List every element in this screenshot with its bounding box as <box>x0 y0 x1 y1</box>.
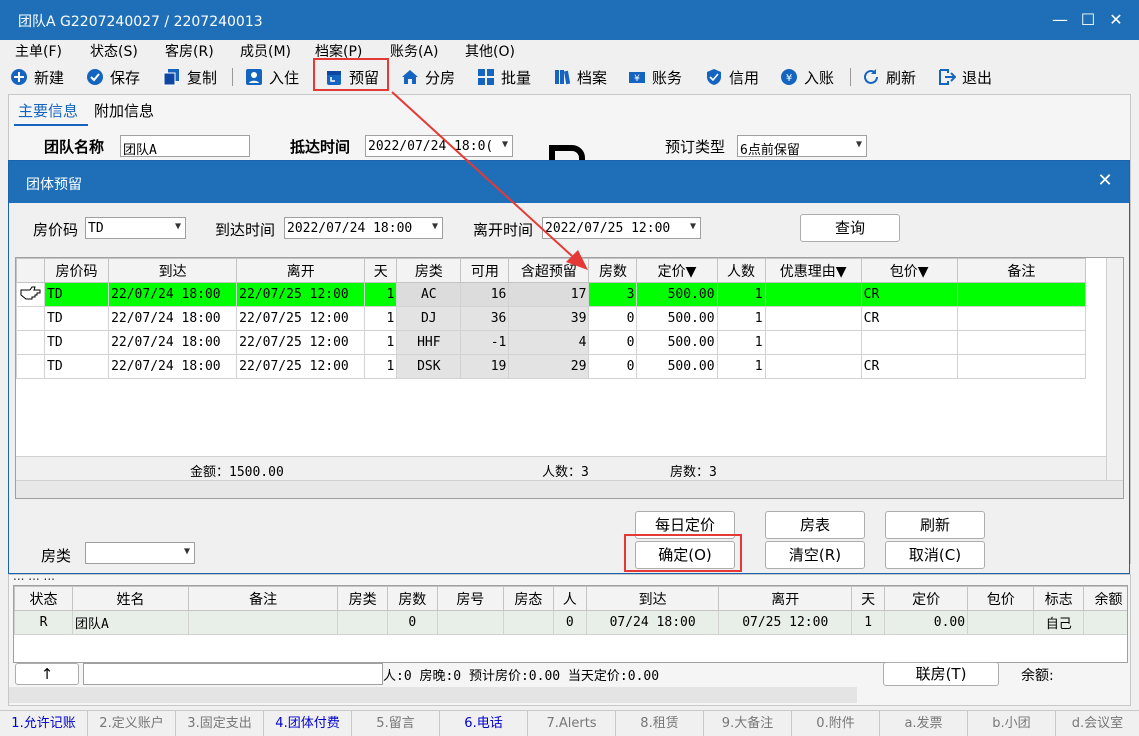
col-header-package[interactable]: 包价 <box>967 586 1035 611</box>
col-header-depart[interactable]: 离开 <box>718 586 853 611</box>
col-header-price[interactable]: 定价 <box>884 586 969 611</box>
col-header-persons[interactable]: 人 <box>552 586 587 611</box>
table-row[interactable]: R 团队A 0 0 07/24 18:00 07/25 12:00 1 0.00… <box>14 610 1127 635</box>
move-up-button[interactable]: ↑ <box>15 663 79 685</box>
cell-price[interactable]: 0.00 <box>884 610 969 635</box>
cell-room-state[interactable] <box>502 610 554 635</box>
cell-balance[interactable] <box>1083 610 1127 635</box>
tab-attachments[interactable]: 0.附件 <box>792 711 880 736</box>
tab-alerts[interactable]: 7.Alerts <box>528 711 616 736</box>
tab-invoice[interactable]: a.发票 <box>880 711 968 736</box>
cell-flag[interactable]: 自己 <box>1033 610 1085 635</box>
cell-note[interactable] <box>188 610 339 635</box>
members-grid: 状态 姓名 备注 房类 房数 房号 房态 人 到达 离开 天 定价 包价 标志 … <box>13 585 1128 663</box>
col-header-flag[interactable]: 标志 <box>1033 586 1085 611</box>
col-header-balance[interactable]: 余额 <box>1083 586 1127 611</box>
cell-rooms[interactable]: 0 <box>386 610 438 635</box>
col-header-room-type[interactable]: 房类 <box>337 586 388 611</box>
link-room-button[interactable]: 联房(T) <box>883 662 999 686</box>
balance-label: 余额: <box>1021 668 1054 684</box>
tab-rental[interactable]: 8.租赁 <box>616 711 704 736</box>
members-status-line: 人:0 房晚:0 预计房价:0.00 当天定价:0.00 <box>383 669 660 684</box>
members-tab-fragment: ... ... ... <box>13 569 55 583</box>
col-header-name[interactable]: 姓名 <box>72 586 190 611</box>
tab-messages[interactable]: 5.留言 <box>352 711 440 736</box>
tab-define-account[interactable]: 2.定义账户 <box>88 711 176 736</box>
cell-package[interactable] <box>967 610 1035 635</box>
col-header-days[interactable]: 天 <box>851 586 886 611</box>
col-header-rooms[interactable]: 房数 <box>386 586 438 611</box>
tab-allow-charge[interactable]: 1.允许记账 <box>0 711 88 736</box>
tab-big-note[interactable]: 9.大备注 <box>704 711 792 736</box>
col-header-note[interactable]: 备注 <box>188 586 339 611</box>
tab-fixed-charges[interactable]: 3.固定支出 <box>176 711 264 736</box>
col-header-status[interactable]: 状态 <box>14 586 74 611</box>
members-panel: ... ... ... 状态 姓名 备注 房类 房数 房号 房态 人 到达 离开 <box>8 569 1131 706</box>
tab-meeting-room[interactable]: d.会议室 <box>1056 711 1139 736</box>
cell-days[interactable]: 1 <box>851 610 886 635</box>
members-horizontal-scrollbar[interactable] <box>9 687 857 703</box>
tab-phone[interactable]: 6.电话 <box>440 711 528 736</box>
cell-room-no[interactable] <box>436 610 504 635</box>
tab-group-payment[interactable]: 4.团体付费 <box>264 711 352 736</box>
col-header-arrive[interactable]: 到达 <box>585 586 720 611</box>
member-search-input[interactable] <box>83 663 383 685</box>
cell-arrive[interactable]: 07/24 18:00 <box>585 610 720 635</box>
cell-name[interactable]: 团队A <box>72 610 190 635</box>
col-header-room-state[interactable]: 房态 <box>502 586 554 611</box>
cell-status[interactable]: R <box>14 610 74 635</box>
cell-persons[interactable]: 0 <box>552 610 587 635</box>
bottom-tab-strip: 1.允许记账 2.定义账户 3.固定支出 4.团体付费 5.留言 6.电话 7.… <box>0 710 1139 736</box>
cell-room-type[interactable] <box>337 610 388 635</box>
col-header-room-no[interactable]: 房号 <box>436 586 504 611</box>
members-header-row: 状态 姓名 备注 房类 房数 房号 房态 人 到达 离开 天 定价 包价 标志 … <box>14 586 1127 611</box>
cell-depart[interactable]: 07/25 12:00 <box>718 610 853 635</box>
tab-subgroup[interactable]: b.小团 <box>968 711 1056 736</box>
